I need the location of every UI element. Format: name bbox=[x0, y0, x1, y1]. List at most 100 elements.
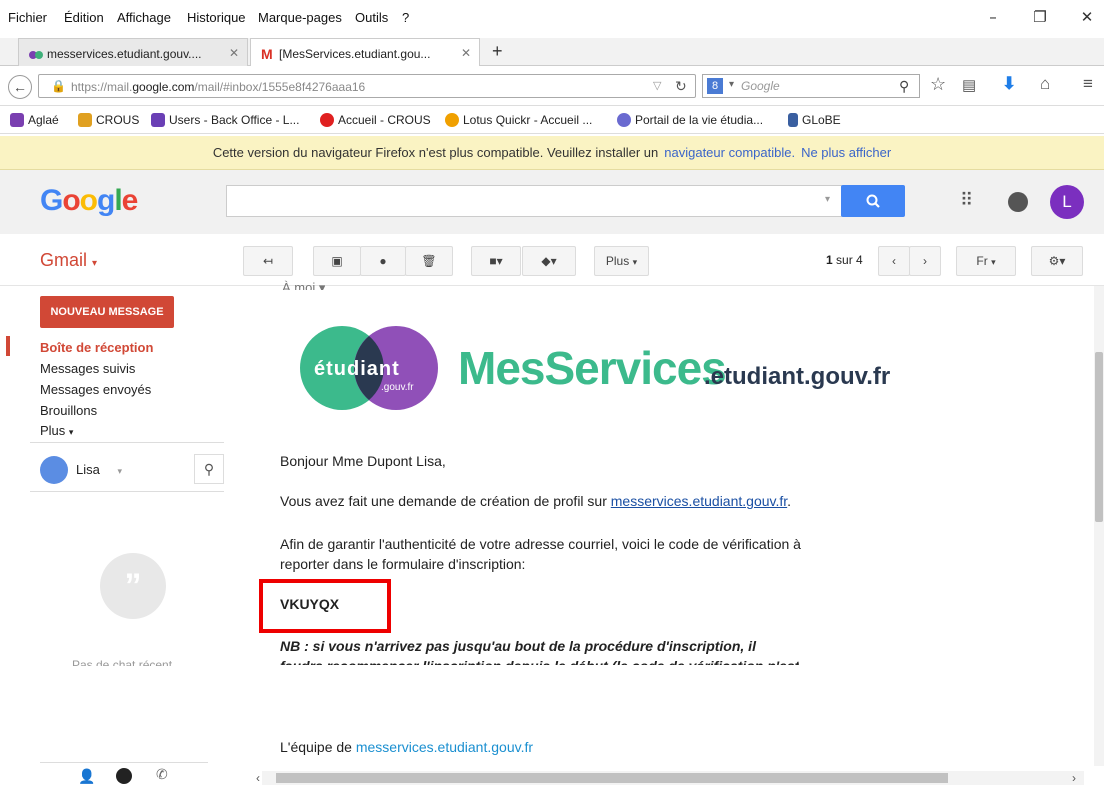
tab-label: messervices.etudiant.gouv.... bbox=[47, 47, 202, 61]
bookmark-users-back-office[interactable]: Users - Back Office - L... bbox=[151, 113, 299, 127]
menu-file[interactable]: Fichier bbox=[8, 10, 47, 25]
trash-icon: 🗑 bbox=[421, 254, 437, 268]
lock-icon: 🔒 bbox=[51, 79, 66, 93]
menu-icon[interactable]: ≡ bbox=[1083, 74, 1093, 94]
horizontal-scrollbar[interactable]: ‹ › bbox=[256, 771, 1084, 785]
close-icon[interactable]: ✕ bbox=[1072, 8, 1102, 30]
chevron-left-icon: ‹ bbox=[892, 254, 896, 268]
search-icon bbox=[866, 194, 880, 208]
email-line3: reporter dans le formulaire d'inscriptio… bbox=[280, 556, 526, 572]
menu-tools[interactable]: Outils bbox=[355, 10, 388, 25]
search-icon[interactable]: ⚲ bbox=[899, 78, 909, 95]
minimize-icon[interactable]: – bbox=[978, 8, 1008, 30]
bookmark-portail[interactable]: Portail de la vie étudia... bbox=[617, 113, 763, 127]
new-tab-icon[interactable]: + bbox=[492, 41, 503, 62]
logo-brand: MesServices bbox=[458, 342, 727, 394]
sidebar-item-sent[interactable]: Messages envoyés bbox=[40, 382, 151, 397]
email-signoff: L'équipe de messervices.etudiant.gouv.fr bbox=[280, 739, 534, 755]
search-options-icon[interactable]: ▾ bbox=[825, 194, 830, 205]
close-tab-icon[interactable]: ✕ bbox=[461, 46, 471, 60]
settings-button[interactable]: ⚙▾ bbox=[1031, 246, 1083, 276]
notifications-icon[interactable] bbox=[1008, 192, 1028, 212]
gmail-search-input[interactable]: ▾ bbox=[226, 185, 842, 217]
menu-history[interactable]: Historique bbox=[187, 10, 246, 25]
bookmark-icon bbox=[78, 113, 92, 127]
bookmark-crous[interactable]: CROUS bbox=[78, 113, 139, 127]
dropdown-icon[interactable]: ▽ bbox=[653, 79, 661, 92]
back-icon[interactable]: ← bbox=[8, 75, 32, 99]
newer-button[interactable]: ‹ bbox=[878, 246, 910, 276]
bookmark-lotus-quickr[interactable]: Lotus Quickr - Accueil ... bbox=[445, 113, 592, 127]
sidebar-item-more[interactable]: Plus ▾ bbox=[40, 423, 73, 438]
star-icon[interactable]: ☆ bbox=[930, 74, 946, 95]
contacts-icon[interactable]: 👤 bbox=[78, 768, 95, 785]
close-tab-icon[interactable]: ✕ bbox=[229, 46, 239, 60]
download-icon[interactable]: ⬇ bbox=[1002, 74, 1016, 94]
gmail-label[interactable]: Gmail ▾ bbox=[40, 250, 97, 271]
sidebar-item-inbox[interactable]: Boîte de réception bbox=[40, 340, 153, 355]
apps-grid-icon[interactable]: ⠿ bbox=[960, 190, 973, 211]
gear-icon: ⚙▾ bbox=[1048, 254, 1066, 268]
restore-icon[interactable]: ❐ bbox=[1025, 8, 1055, 30]
menu-help[interactable]: ? bbox=[402, 10, 409, 25]
logo-sub: .gouv.fr bbox=[381, 382, 414, 393]
messervices-signoff-link[interactable]: messervices.etudiant.gouv.fr bbox=[356, 739, 533, 755]
menu-view[interactable]: Affichage bbox=[117, 10, 171, 25]
gmail-search-button[interactable] bbox=[841, 185, 905, 217]
back-to-inbox-button[interactable]: ↤ bbox=[243, 246, 293, 276]
gmail-toolbar: Gmail ▾ ↤ ▣ ● 🗑 ■▾ ◆▾ Plus ▾ 1 sur 4 ‹ ›… bbox=[0, 234, 1104, 286]
scroll-left-icon[interactable]: ‹ bbox=[256, 771, 260, 785]
menu-bookmarks[interactable]: Marque-pages bbox=[258, 10, 342, 25]
vertical-scrollbar[interactable] bbox=[1094, 286, 1104, 766]
menu-bar: Fichier Édition Affichage Historique Mar… bbox=[0, 0, 1104, 38]
labels-button[interactable]: ◆▾ bbox=[522, 246, 576, 276]
input-language-button[interactable]: Fr ▾ bbox=[956, 246, 1016, 276]
to-me-label[interactable]: À moi ▾ bbox=[282, 280, 325, 290]
bookmark-globe[interactable]: GLoBE bbox=[788, 113, 841, 127]
reload-icon[interactable]: ↻ bbox=[675, 78, 687, 95]
sidebar-item-drafts[interactable]: Brouillons bbox=[40, 403, 97, 418]
phone-icon[interactable]: ✆ bbox=[156, 766, 168, 783]
reading-list-icon[interactable]: ▤ bbox=[962, 76, 976, 94]
folder-icon: ■▾ bbox=[489, 254, 503, 268]
archive-icon: ▣ bbox=[331, 254, 343, 268]
google-header: Google ▾ ⠿ L bbox=[0, 170, 1104, 234]
search-bar[interactable]: 8 ▾ Google ⚲ bbox=[702, 74, 920, 98]
messervices-link[interactable]: messervices.etudiant.gouv.fr bbox=[611, 493, 787, 509]
hangouts-search-button[interactable]: ⚲ bbox=[194, 454, 224, 484]
hangouts-empty-text: Pas de chat récent bbox=[72, 658, 173, 666]
tab-gmail[interactable]: M [MesServices.etudiant.gou... ✕ bbox=[250, 38, 480, 66]
hangouts-quote-icon: ” bbox=[100, 553, 166, 619]
horizontal-scroll-thumb[interactable] bbox=[276, 773, 948, 783]
bookmark-accueil-crous[interactable]: Accueil - CROUS bbox=[320, 113, 431, 127]
move-to-button[interactable]: ■▾ bbox=[471, 246, 521, 276]
hangouts-user[interactable]: Lisa ▾ bbox=[76, 462, 122, 477]
url-bar[interactable]: 🔒 https://mail.google.com/mail/#inbox/15… bbox=[38, 74, 696, 98]
scroll-right-icon[interactable]: › bbox=[1072, 771, 1076, 785]
avatar[interactable]: L bbox=[1050, 185, 1084, 219]
bookmark-aglae[interactable]: Aglaé bbox=[10, 113, 59, 127]
bookmark-icon bbox=[10, 113, 24, 127]
logo-domain: .etudiant.gouv.fr bbox=[704, 363, 891, 390]
archive-button[interactable]: ▣ bbox=[313, 246, 361, 276]
compose-button[interactable]: NOUVEAU MESSAGE bbox=[40, 296, 174, 328]
menu-edit[interactable]: Édition bbox=[64, 10, 104, 25]
bookmark-icon bbox=[320, 113, 334, 127]
report-spam-button[interactable]: ● bbox=[360, 246, 406, 276]
divider bbox=[30, 491, 224, 492]
older-button[interactable]: › bbox=[909, 246, 941, 276]
email-nb-line2: faudra recommencer l'inscription depuis … bbox=[280, 656, 799, 665]
google-logo[interactable]: Google bbox=[40, 184, 138, 218]
notice-dismiss-link[interactable]: Ne plus afficher bbox=[801, 145, 891, 160]
hangouts-icon[interactable] bbox=[116, 768, 132, 784]
vertical-scroll-thumb[interactable] bbox=[1095, 352, 1103, 522]
home-icon[interactable]: ⌂ bbox=[1040, 74, 1050, 94]
sidebar-item-starred[interactable]: Messages suivis bbox=[40, 361, 135, 376]
google-search-engine-icon[interactable]: 8 bbox=[707, 78, 723, 94]
notice-browser-link[interactable]: navigateur compatible. bbox=[664, 145, 795, 160]
navigation-bar: ← 🔒 https://mail.google.com/mail/#inbox/… bbox=[0, 66, 1104, 106]
browser-compatibility-notice: Cette version du navigateur Firefox n'es… bbox=[0, 136, 1104, 170]
more-button[interactable]: Plus ▾ bbox=[594, 246, 649, 276]
delete-button[interactable]: 🗑 bbox=[405, 246, 453, 276]
tab-messervices[interactable]: messervices.etudiant.gouv.... ✕ bbox=[18, 38, 248, 66]
